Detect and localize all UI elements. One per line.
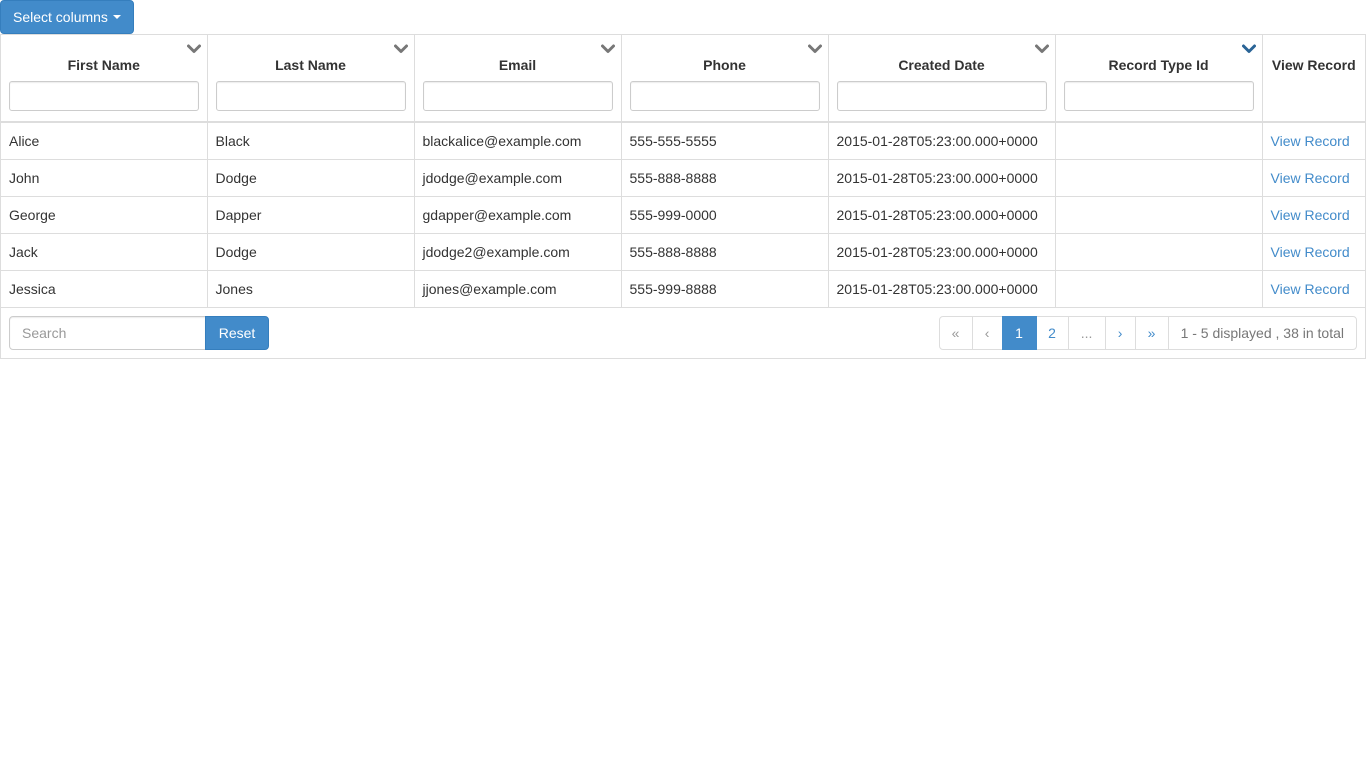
table-row: Jessica Jones jjones@example.com 555-999… [1, 269, 1365, 307]
cell-last-name: Dapper [207, 195, 415, 233]
created-date-filter-input[interactable] [836, 81, 1047, 111]
column-header-email[interactable]: Email [414, 35, 622, 123]
column-header-record-type-id[interactable]: Record Type Id [1055, 35, 1263, 123]
column-title: Last Name [275, 57, 346, 73]
table-row: Jack Dodge jdodge2@example.com 555-888-8… [1, 232, 1365, 270]
cell-last-name: Dodge [207, 158, 415, 196]
cell-email: blackalice@example.com [414, 122, 622, 159]
phone-filter-input[interactable] [629, 81, 820, 111]
search-input[interactable] [9, 316, 206, 350]
cell-last-name: Dodge [207, 232, 415, 270]
chevron-down-icon[interactable] [1241, 44, 1256, 54]
cell-email: jdodge@example.com [414, 158, 622, 196]
cell-view-record: View Record [1262, 158, 1365, 196]
column-header-view-record: View Record [1262, 35, 1365, 123]
page-info: 1 - 5 displayed , 38 in total [1167, 316, 1357, 350]
cell-created-date: 2015-01-28T05:23:00.000+0000 [828, 269, 1056, 307]
cell-created-date: 2015-01-28T05:23:00.000+0000 [828, 158, 1056, 196]
cell-phone: 555-999-8888 [621, 269, 829, 307]
cell-phone: 555-999-0000 [621, 195, 829, 233]
pagination: « ‹ 1 2 ... › » 1 - 5 displayed , 38 in … [938, 316, 1357, 350]
view-record-link[interactable]: View Record [1271, 244, 1350, 260]
chevron-down-icon[interactable] [1034, 44, 1049, 54]
column-header-created-date[interactable]: Created Date [828, 35, 1056, 123]
cell-view-record: View Record [1262, 122, 1365, 159]
cell-phone: 555-888-8888 [621, 232, 829, 270]
next-page-button[interactable]: › [1104, 316, 1136, 350]
table-row: Alice Black blackalice@example.com 555-5… [1, 122, 1365, 159]
cell-first-name: Jack [1, 232, 208, 270]
select-columns-button[interactable]: Select columns [0, 0, 134, 34]
column-title: Email [498, 57, 537, 73]
cell-first-name: Alice [1, 122, 208, 159]
cell-record-type-id [1055, 232, 1263, 270]
column-header-last-name[interactable]: Last Name [207, 35, 415, 123]
select-columns-label: Select columns [13, 9, 108, 25]
prev-page-button[interactable]: ‹ [971, 316, 1003, 350]
table-row: John Dodge jdodge@example.com 555-888-88… [1, 158, 1365, 196]
view-record-link[interactable]: View Record [1271, 170, 1350, 186]
first-page-button[interactable]: « [938, 316, 973, 350]
header-row: First Name Last Name Email Phone Created… [1, 35, 1365, 123]
cell-first-name: George [1, 195, 208, 233]
column-title: Created Date [898, 57, 985, 73]
page-ellipsis: ... [1067, 316, 1106, 350]
grid-footer: Reset « ‹ 1 2 ... › » 1 - 5 displayed , … [1, 307, 1365, 358]
cell-created-date: 2015-01-28T05:23:00.000+0000 [828, 195, 1056, 233]
cell-last-name: Jones [207, 269, 415, 307]
column-header-first-name[interactable]: First Name [1, 35, 208, 123]
caret-down-icon [112, 15, 121, 19]
last-name-filter-input[interactable] [215, 81, 406, 111]
column-header-phone[interactable]: Phone [621, 35, 829, 123]
cell-first-name: Jessica [1, 269, 208, 307]
page-2-button[interactable]: 2 [1035, 316, 1069, 350]
records-grid: First Name Last Name Email Phone Created… [0, 34, 1366, 359]
chevron-down-icon[interactable] [600, 44, 615, 54]
email-filter-input[interactable] [422, 81, 613, 111]
cell-first-name: John [1, 158, 208, 196]
view-record-link[interactable]: View Record [1271, 207, 1350, 223]
cell-record-type-id [1055, 122, 1263, 159]
chevron-down-icon[interactable] [186, 44, 201, 54]
chevron-down-icon[interactable] [393, 44, 408, 54]
reset-button[interactable]: Reset [205, 316, 269, 350]
table-row: George Dapper gdapper@example.com 555-99… [1, 195, 1365, 233]
cell-created-date: 2015-01-28T05:23:00.000+0000 [828, 232, 1056, 270]
page-1-button[interactable]: 1 [1001, 316, 1037, 350]
view-record-link[interactable]: View Record [1271, 133, 1350, 149]
chevron-down-icon[interactable] [807, 44, 822, 54]
column-title: Phone [703, 57, 746, 73]
cell-created-date: 2015-01-28T05:23:00.000+0000 [828, 122, 1056, 159]
records-table: First Name Last Name Email Phone Created… [1, 35, 1365, 307]
cell-email: jjones@example.com [414, 269, 622, 307]
cell-phone: 555-555-5555 [621, 122, 829, 159]
cell-email: jdodge2@example.com [414, 232, 622, 270]
cell-record-type-id [1055, 269, 1263, 307]
cell-email: gdapper@example.com [414, 195, 622, 233]
column-title: Record Type Id [1108, 57, 1209, 73]
cell-view-record: View Record [1262, 269, 1365, 307]
cell-view-record: View Record [1262, 195, 1365, 233]
first-name-filter-input[interactable] [9, 81, 199, 111]
last-page-button[interactable]: » [1134, 316, 1169, 350]
cell-view-record: View Record [1262, 232, 1365, 270]
cell-last-name: Black [207, 122, 415, 159]
record-type-id-filter-input[interactable] [1063, 81, 1254, 111]
cell-record-type-id [1055, 195, 1263, 233]
cell-phone: 555-888-8888 [621, 158, 829, 196]
view-record-link[interactable]: View Record [1271, 281, 1350, 297]
column-title: View Record [1271, 57, 1356, 73]
cell-record-type-id [1055, 158, 1263, 196]
column-title: First Name [67, 57, 140, 73]
